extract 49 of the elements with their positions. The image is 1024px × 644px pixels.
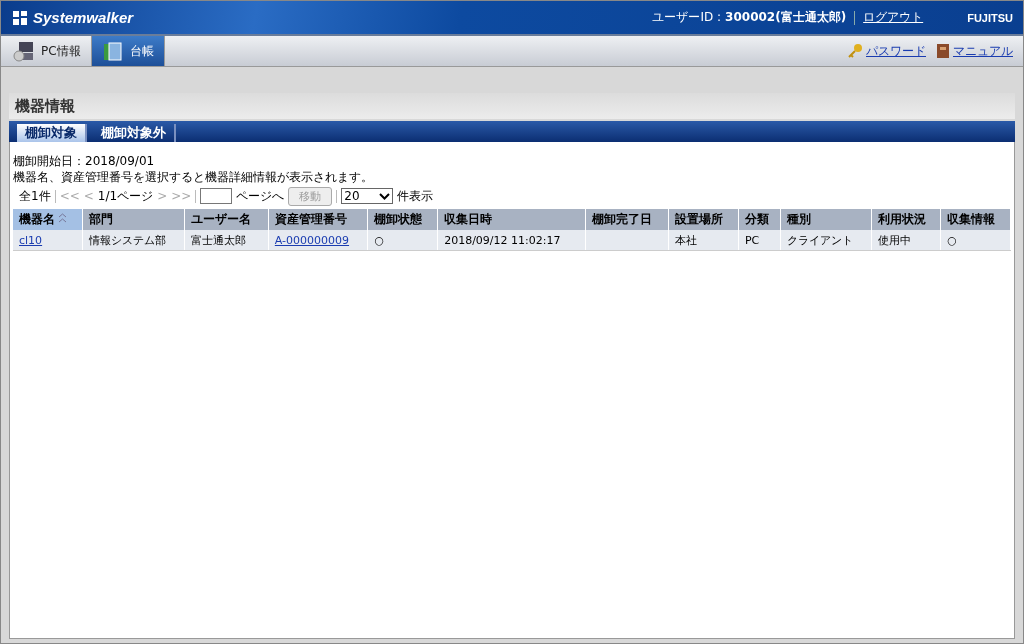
page-indicator: 1/1ページ <box>97 187 154 205</box>
column-header[interactable]: 棚卸状態 <box>368 209 438 230</box>
nav-link[interactable]: パスワード <box>847 36 926 66</box>
nav-tab-label: 台帳 <box>129 42 154 60</box>
table-cell: ○ <box>940 230 1011 251</box>
column-header[interactable]: 分類 <box>738 209 781 230</box>
table-cell: PC <box>738 230 781 251</box>
page-input[interactable] <box>200 188 233 204</box>
column-header[interactable]: 棚卸完了日 <box>585 209 669 230</box>
column-header[interactable]: 種別 <box>780 209 871 230</box>
table-cell: 富士通太郎 <box>184 230 269 251</box>
nav-tab-label: PC情報 <box>41 42 81 60</box>
column-header[interactable]: 収集日時 <box>437 209 586 230</box>
logo-icon <box>11 9 29 26</box>
key-icon <box>847 43 863 59</box>
column-header[interactable]: 部門 <box>82 209 185 230</box>
user-id-value: 300002(富士通太郎) <box>725 9 847 26</box>
nav-link[interactable]: マニュアル <box>936 36 1013 66</box>
binder-icon <box>101 40 124 62</box>
column-header[interactable]: 利用状況 <box>871 209 941 230</box>
sort-icon <box>58 213 67 223</box>
table-cell: 本社 <box>668 230 739 251</box>
nav-tab[interactable]: PC情報 <box>3 36 92 66</box>
table-cell: ○ <box>368 230 438 251</box>
table-cell: 情報システム部 <box>82 230 185 251</box>
page-suffix: ページへ <box>236 187 285 205</box>
column-header[interactable]: 収集情報 <box>940 209 1011 230</box>
nav-tab[interactable]: 台帳 <box>91 36 165 66</box>
table-cell: 使用中 <box>871 230 941 251</box>
total-count: 全1件 <box>19 187 51 205</box>
column-header[interactable]: 設置場所 <box>668 209 739 230</box>
column-header[interactable]: 機器名 <box>13 209 83 230</box>
computer-icon <box>13 40 35 62</box>
start-date-text: 棚卸開始日：2018/09/01 <box>13 154 156 169</box>
product-logo: Systemwalker <box>33 9 134 26</box>
table-cell: 2018/09/12 11:02:17 <box>437 230 586 251</box>
book-icon <box>936 43 950 59</box>
brand-logo: FUJITSU <box>967 11 1013 24</box>
column-header[interactable]: 資産管理番号 <box>268 209 368 230</box>
instruction-text: 機器名、資産管理番号を選択すると機器詳細情報が表示されます。 <box>13 170 374 185</box>
per-page-suffix: 件表示 <box>397 187 434 205</box>
table-cell: クライアント <box>780 230 871 251</box>
chevron-down-icon <box>379 192 391 200</box>
per-page-select[interactable]: 20 <box>341 188 394 204</box>
logout-link[interactable]: ログアウト <box>863 9 924 26</box>
tab[interactable]: 棚卸対象 <box>17 124 87 142</box>
user-id-label: ユーザーID : <box>652 9 722 26</box>
column-header[interactable]: ユーザー名 <box>184 209 269 230</box>
page-title: 機器情報 <box>9 93 1015 119</box>
